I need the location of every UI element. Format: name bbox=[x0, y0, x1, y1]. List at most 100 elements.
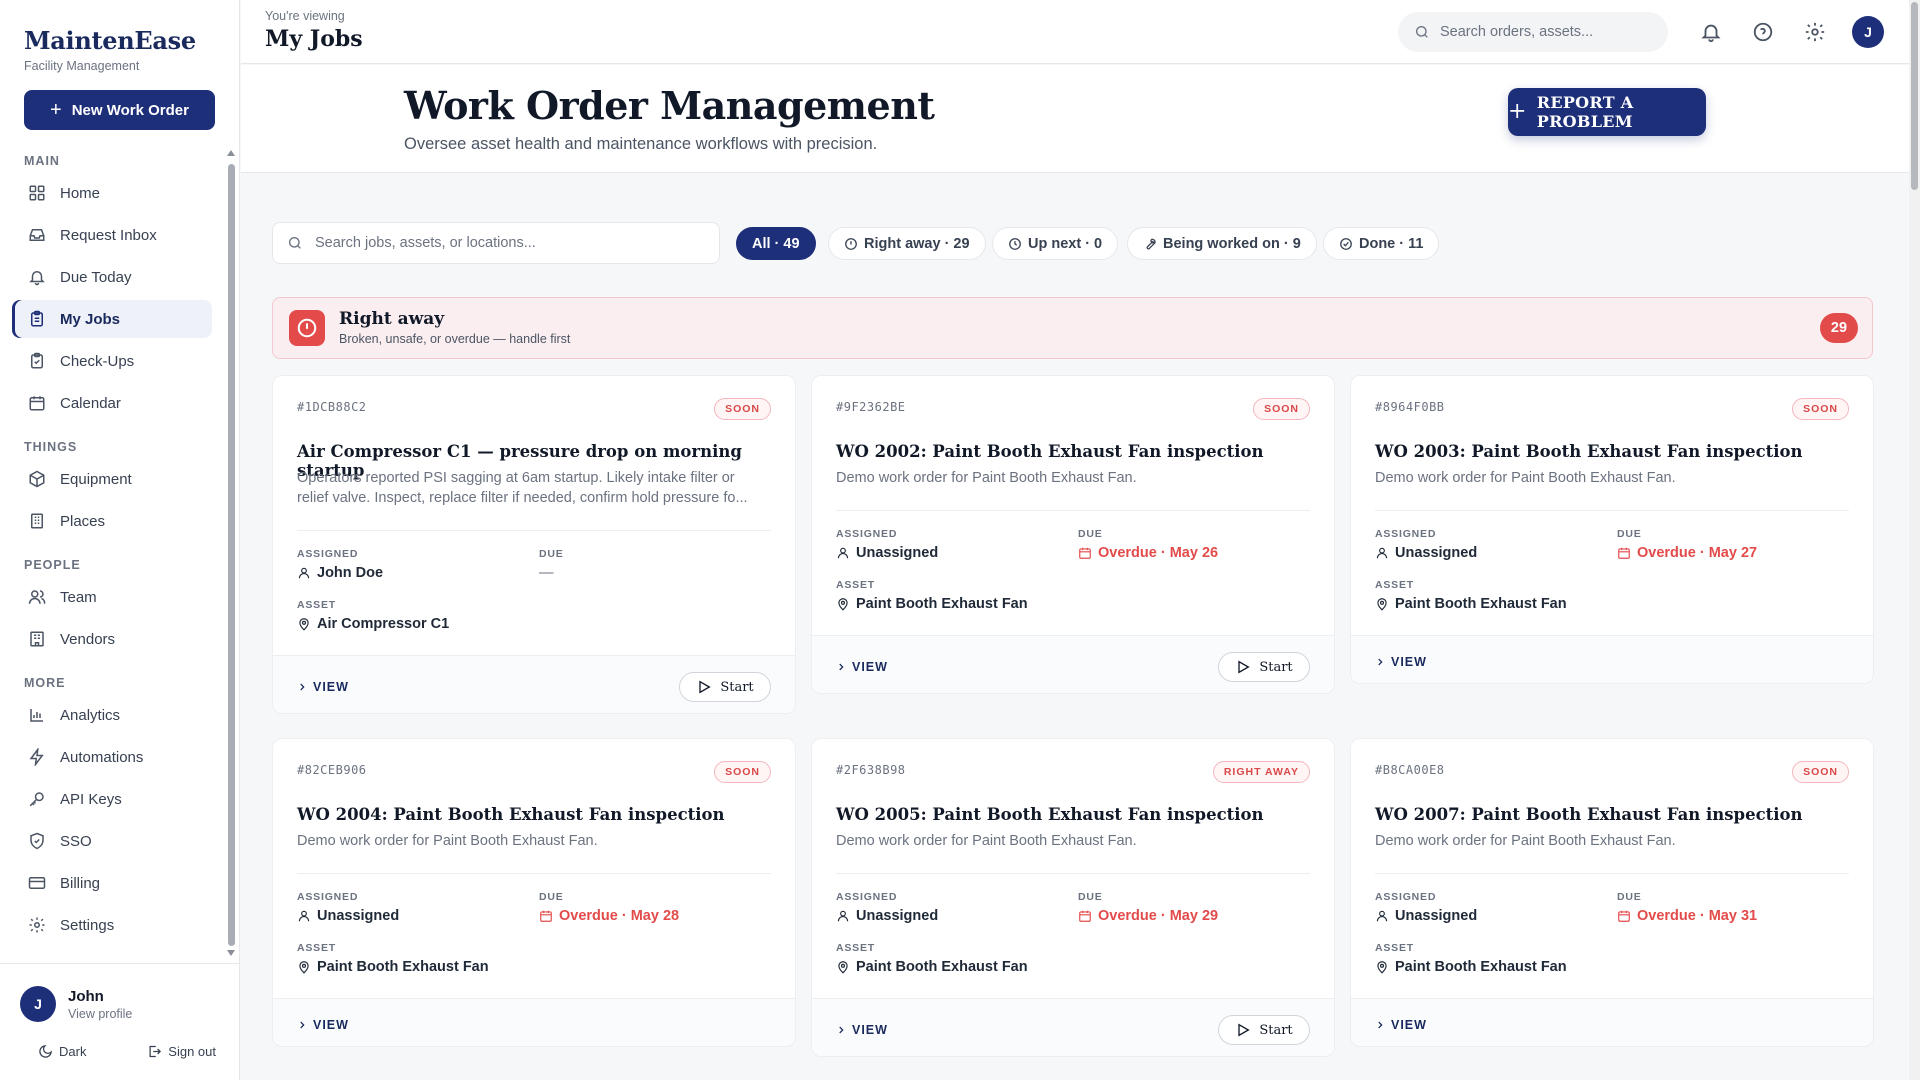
work-order-card[interactable]: #9F2362BE SOON WO 2002: Paint Booth Exhaus… bbox=[811, 375, 1335, 694]
work-order-card[interactable]: #8964F0BB SOON WO 2003: Paint Booth Exhaus… bbox=[1350, 375, 1874, 684]
new-work-order-button[interactable]: + New Work Order bbox=[24, 90, 215, 130]
brand[interactable]: MaintenEase Facility Management bbox=[24, 26, 196, 73]
view-button[interactable]: VIEW bbox=[836, 1023, 888, 1037]
report-problem-button[interactable]: + REPORT A PROBLEM bbox=[1508, 88, 1706, 136]
assignee-value[interactable]: John Doe bbox=[297, 565, 383, 581]
filter-pill-all[interactable]: All · 49 bbox=[736, 227, 816, 260]
global-search-input[interactable]: Search orders, assets... bbox=[1398, 12, 1668, 52]
card-footer bbox=[273, 998, 795, 1046]
work-order-title[interactable]: WO 2004: Paint Booth Exhaust Fan inspect… bbox=[297, 805, 725, 824]
user-profile-link[interactable]: J John View profile bbox=[20, 986, 132, 1022]
start-button[interactable]: Start bbox=[1218, 652, 1310, 682]
sidebar-item-my-jobs[interactable]: My Jobs bbox=[12, 300, 212, 338]
asset-label: ASSET bbox=[836, 579, 876, 591]
work-order-card[interactable]: #2F638B98 RIGHT AWAY WO 2005: Paint Booth … bbox=[811, 738, 1335, 1057]
filter-pill-right-away[interactable]: Right away · 29 bbox=[828, 227, 986, 260]
assignee-value[interactable]: Unassigned bbox=[836, 908, 938, 924]
location-pin-icon bbox=[297, 617, 311, 631]
work-order-card[interactable]: #B8CA00E8 SOON WO 2007: Paint Booth Exhaus… bbox=[1350, 738, 1874, 1047]
assignee-value[interactable]: Unassigned bbox=[836, 545, 938, 561]
work-order-card[interactable]: #1DCB88C2 SOON Air Compressor C1 — pressur… bbox=[272, 375, 796, 714]
assignee-name: John Doe bbox=[317, 565, 384, 581]
asset-value[interactable]: Paint Booth Exhaust Fan bbox=[836, 596, 1028, 612]
work-order-title[interactable]: WO 2007: Paint Booth Exhaust Fan inspect… bbox=[1375, 805, 1803, 824]
chevron-right-icon bbox=[836, 1025, 846, 1035]
plus-icon: + bbox=[1508, 99, 1527, 124]
asset-value[interactable]: Paint Booth Exhaust Fan bbox=[1375, 596, 1567, 612]
nav-section-main: MAIN bbox=[24, 154, 60, 168]
view-button[interactable]: VIEW bbox=[297, 1018, 349, 1032]
lightning-icon bbox=[29, 748, 44, 766]
sidebar-item-billing[interactable]: Billing bbox=[12, 864, 212, 902]
sign-out-label: Sign out bbox=[168, 1044, 216, 1059]
view-button[interactable]: VIEW bbox=[1375, 1018, 1427, 1032]
filter-pill-done[interactable]: Done · 11 bbox=[1323, 227, 1440, 260]
gear-icon[interactable] bbox=[1804, 21, 1826, 43]
dashboard-grid-icon bbox=[29, 185, 45, 201]
right-away-banner[interactable]: Right away Broken, unsafe, or overdue — … bbox=[272, 297, 1873, 359]
priority-badge: SOON bbox=[1792, 761, 1849, 783]
start-button[interactable]: Start bbox=[1218, 1015, 1310, 1045]
work-order-title[interactable]: WO 2002: Paint Booth Exhaust Fan inspect… bbox=[836, 442, 1264, 461]
card-divider bbox=[297, 873, 771, 874]
sign-out-button[interactable]: Sign out bbox=[147, 1044, 216, 1059]
user-avatar-button[interactable]: J bbox=[1852, 16, 1884, 48]
notification-bell-icon[interactable] bbox=[1700, 21, 1722, 43]
sidebar-item-api-keys[interactable]: API Keys bbox=[12, 780, 212, 818]
sidebar-scroll-thumb[interactable] bbox=[228, 164, 235, 946]
sidebar-item-equipment[interactable]: Equipment bbox=[12, 460, 212, 498]
sidebar-item-label: Places bbox=[60, 512, 106, 530]
start-button[interactable]: Start bbox=[679, 672, 771, 702]
asset-value[interactable]: Paint Booth Exhaust Fan bbox=[297, 959, 489, 975]
dark-mode-toggle[interactable]: Dark bbox=[38, 1044, 86, 1059]
filter-pill-label: Being worked on · 9 bbox=[1163, 235, 1301, 252]
assignee-value[interactable]: Unassigned bbox=[297, 908, 399, 924]
due-label: DUE bbox=[1617, 891, 1642, 903]
location-pin-icon bbox=[297, 960, 311, 974]
view-profile-link[interactable]: View profile bbox=[68, 1007, 132, 1021]
sidebar-item-label: Automations bbox=[60, 748, 144, 766]
sidebar-item-settings[interactable]: Settings bbox=[12, 906, 212, 944]
user-icon bbox=[297, 909, 311, 923]
help-icon[interactable] bbox=[1752, 21, 1774, 43]
sidebar-scrollbar[interactable] bbox=[227, 150, 235, 958]
sidebar-item-analytics[interactable]: Analytics bbox=[12, 696, 212, 734]
assignee-value[interactable]: Unassigned bbox=[1375, 545, 1477, 561]
view-button[interactable]: VIEW bbox=[1375, 655, 1427, 669]
assignee-value[interactable]: Unassigned bbox=[1375, 908, 1477, 924]
work-order-title[interactable]: WO 2003: Paint Booth Exhaust Fan inspect… bbox=[1375, 442, 1803, 461]
view-button[interactable]: VIEW bbox=[297, 680, 349, 694]
page-scrollbar[interactable] bbox=[1909, 0, 1920, 1080]
page-subheading: Oversee asset health and maintenance wor… bbox=[404, 135, 878, 153]
bell-icon bbox=[29, 271, 45, 286]
asset-value[interactable]: Paint Booth Exhaust Fan bbox=[836, 959, 1028, 975]
work-order-card[interactable]: #82CEB906 SOON WO 2004: Paint Booth Exhaus… bbox=[272, 738, 796, 1047]
sidebar-item-team[interactable]: Team bbox=[12, 578, 212, 616]
sidebar-item-check-ups[interactable]: Check-Ups bbox=[12, 342, 212, 380]
scroll-up-arrow-icon[interactable] bbox=[227, 150, 235, 156]
scroll-down-arrow-icon[interactable] bbox=[227, 950, 235, 956]
sidebar-item-automations[interactable]: Automations bbox=[12, 738, 212, 776]
due-label: DUE bbox=[539, 891, 564, 903]
filter-pill-up-next[interactable]: Up next · 0 bbox=[992, 227, 1119, 260]
asset-value[interactable]: Paint Booth Exhaust Fan bbox=[1375, 959, 1567, 975]
sidebar-item-home[interactable]: Home bbox=[12, 174, 212, 212]
sidebar-item-places[interactable]: Places bbox=[12, 502, 212, 540]
chevron-right-icon bbox=[297, 682, 307, 692]
sidebar-item-calendar[interactable]: Calendar bbox=[12, 384, 212, 422]
asset-label: ASSET bbox=[1375, 579, 1415, 591]
view-button[interactable]: VIEW bbox=[836, 660, 888, 674]
asset-value[interactable]: Air Compressor C1 bbox=[297, 616, 449, 632]
assigned-label: ASSIGNED bbox=[1375, 528, 1437, 540]
sidebar-item-vendors[interactable]: Vendors bbox=[12, 620, 212, 658]
sidebar-item-sso[interactable]: SSO bbox=[12, 822, 212, 860]
work-order-title[interactable]: WO 2005: Paint Booth Exhaust Fan inspect… bbox=[836, 805, 1264, 824]
filter-pill-being-worked-on[interactable]: Being worked on · 9 bbox=[1127, 227, 1317, 260]
work-order-description: Demo work order for Paint Booth Exhaust … bbox=[1375, 470, 1676, 486]
asset-label: ASSET bbox=[1375, 942, 1415, 954]
sidebar-item-due-today[interactable]: Due Today bbox=[12, 258, 212, 296]
page-scroll-thumb[interactable] bbox=[1911, 2, 1918, 190]
jobs-search-input[interactable]: Search jobs, assets, or locations... bbox=[272, 222, 720, 264]
sidebar-item-request-inbox[interactable]: Request Inbox bbox=[12, 216, 212, 254]
assigned-label: ASSIGNED bbox=[297, 891, 359, 903]
